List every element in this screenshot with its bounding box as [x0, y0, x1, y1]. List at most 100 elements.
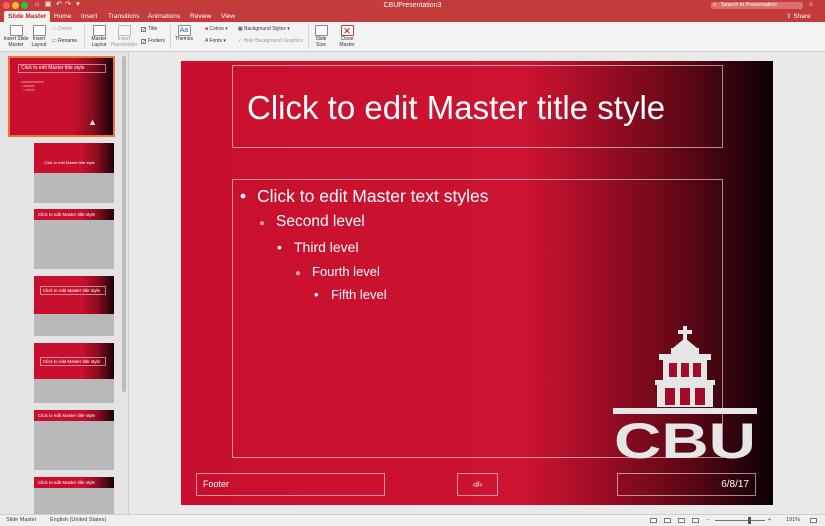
thumbnail-layout-6[interactable]: Click to edit Master title style [34, 477, 114, 514]
logo-window [695, 388, 705, 405]
master-layout-label: Master Layout [91, 36, 107, 48]
search-input[interactable]: ⌕ Search in Presentation [711, 2, 803, 9]
slide-number-placeholder[interactable]: ‹#› [457, 473, 498, 496]
fit-to-window-icon[interactable] [810, 518, 817, 523]
insert-layout-button[interactable]: Insert Layout [28, 25, 50, 48]
title-checkbox[interactable]: ✓ Title [141, 26, 157, 33]
text-level-3: • Third level [277, 239, 359, 256]
bullet-icon: • [240, 186, 247, 206]
zoom-in-icon[interactable]: + [768, 515, 771, 526]
title-bar: ⌂ ▣ ↶ ↷ ▾ CBUPresentation3 ⌕ Search in P… [0, 0, 825, 11]
zoom-slider[interactable] [715, 520, 765, 521]
ribbon: Insert Slide Master Insert Layout ▭ Dele… [0, 22, 825, 52]
thumbnail-title: Click to edit Master title style [38, 480, 96, 485]
thumbnail-title: Click to edit Master title style [18, 64, 106, 73]
ribbon-separator [84, 25, 85, 49]
user-icon[interactable]: ☺ [808, 2, 816, 9]
slide-master-icon [9, 25, 23, 36]
logo-tower-top [671, 348, 699, 354]
thumbnail-layout-4[interactable]: Click to edit Master title style [34, 343, 114, 403]
zoom-out-icon[interactable]: − [706, 515, 709, 526]
logo-window [680, 388, 690, 405]
text-level-1-label: Click to edit Master text styles [257, 186, 489, 206]
slide-sorter-icon[interactable] [664, 518, 671, 523]
text-level-5: • Fifth level [314, 287, 387, 302]
text-level-5-label: Fifth level [331, 287, 387, 302]
cbu-logo: CBU [613, 326, 757, 461]
close-master-label: Close Master [339, 36, 355, 48]
share-button[interactable]: ⇪ Share [786, 11, 811, 22]
slide-size-button[interactable]: Slide Size [311, 25, 331, 48]
rename-button[interactable]: ▭ Rename [52, 38, 77, 45]
insert-slide-master-label: Insert Slide Master [3, 36, 29, 48]
document-title: CBUPresentation3 [383, 2, 442, 9]
thumbnail-gray-area [34, 314, 114, 336]
ribbon-tab-bar: Slide Master Home Insert Transitions Ani… [0, 11, 825, 22]
reading-view-icon[interactable] [678, 518, 685, 523]
thumbnail-scrollbar[interactable] [122, 56, 126, 392]
fonts-label: Fonts [209, 38, 222, 44]
chevron-down-icon: ▾ [221, 38, 226, 44]
master-layout-icon [92, 25, 106, 36]
delete-button[interactable]: ▭ Delete [52, 26, 73, 33]
colors-dropdown[interactable]: ■ Colors ▾ [205, 26, 228, 33]
zoom-level[interactable]: 191% [786, 515, 800, 526]
colors-label: Colors [209, 26, 224, 32]
search-placeholder: Search in Presentation [721, 2, 777, 8]
bullet-icon: • [314, 287, 319, 302]
master-slide[interactable]: Click to edit Master title style • Click … [181, 61, 773, 505]
themes-label: Themes [174, 36, 194, 42]
title-placeholder[interactable]: Click to edit Master title style [232, 65, 723, 148]
tab-view[interactable]: View [217, 11, 239, 22]
bullet-icon: ● [259, 218, 266, 229]
rename-label: Rename [58, 38, 78, 44]
logo-cross-horizontal [678, 330, 692, 334]
tab-animations[interactable]: Animations [144, 11, 184, 22]
text-level-4-label: Fourth level [312, 264, 380, 279]
logo-window [693, 363, 701, 377]
thumbnail-layout-2[interactable]: Click to edit Master title style [34, 209, 114, 269]
thumbnail-slide-master[interactable]: Click to edit Master title style • ━━━━━… [8, 56, 115, 137]
insert-slide-master-button[interactable]: Insert Slide Master [2, 25, 30, 48]
thumbnail-layout-5[interactable]: Click to edit Master title style [34, 410, 114, 470]
tab-review[interactable]: Review [186, 11, 215, 22]
thumbnail-layout-1[interactable]: Click to edit Master title style [34, 143, 114, 203]
tab-transitions[interactable]: Transitions [104, 11, 144, 22]
tab-home[interactable]: Home [50, 11, 75, 22]
thumbnail-title: Click to edit Master title style [38, 413, 96, 418]
fonts-dropdown[interactable]: A Fonts ▾ [205, 38, 226, 45]
insert-placeholder-button[interactable]: Insert Placeholder [110, 25, 138, 48]
close-master-button[interactable]: ✕ Close Master [336, 25, 358, 48]
insert-placeholder-label: Insert Placeholder [110, 36, 138, 48]
logo-window [665, 388, 675, 405]
thumbnail-layout-3[interactable]: Click to edit Master title style [34, 276, 114, 336]
search-icon: ⌕ [713, 2, 717, 8]
hide-background-graphics-checkbox[interactable]: ✓ Hide Background Graphics [238, 38, 303, 45]
tab-slide-master[interactable]: Slide Master [4, 11, 51, 22]
status-language[interactable]: English (United States) [50, 515, 106, 526]
tab-insert[interactable]: Insert [77, 11, 101, 22]
footers-checkbox[interactable]: ✓ Footers [141, 38, 165, 45]
ribbon-separator [170, 25, 171, 49]
thumbnail-gray-area [34, 379, 114, 403]
master-layout-button[interactable]: Master Layout [87, 25, 111, 48]
title-checkbox-label: Title [148, 26, 158, 32]
slide-thumbnail-pane[interactable]: Click to edit Master title style • ━━━━━… [0, 52, 129, 514]
footer-placeholder[interactable]: Footer [196, 473, 385, 496]
date-placeholder[interactable]: 6/8/17 [617, 473, 756, 496]
slideshow-icon[interactable] [692, 518, 699, 523]
insert-layout-label: Insert Layout [31, 36, 47, 48]
normal-view-icon[interactable] [650, 518, 657, 523]
logo-window [669, 363, 677, 377]
themes-button[interactable]: Aa Themes [173, 25, 195, 43]
text-level-2: ● Second level [259, 213, 365, 231]
background-styles-dropdown[interactable]: ▦ Background Styles ▾ [238, 26, 290, 33]
delete-label: Delete [58, 26, 73, 32]
background-styles-label: Background Styles [244, 26, 286, 32]
zoom-slider-handle[interactable] [748, 517, 751, 524]
text-level-4: ● Fourth level [295, 264, 380, 279]
thumbnail-gray-area [34, 173, 114, 203]
logo-dome [673, 338, 697, 348]
bullet-icon: • [277, 239, 282, 255]
ribbon-separator [308, 25, 309, 49]
